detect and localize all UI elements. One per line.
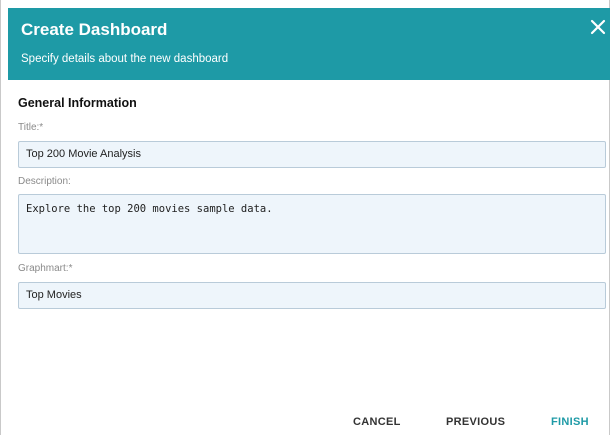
dialog-subtitle: Specify details about the new dashboard	[21, 53, 229, 65]
close-button[interactable]	[589, 18, 607, 36]
previous-button[interactable]: PREVIOUS	[446, 416, 505, 428]
dialog-header: Create Dashboard Specify details about t…	[8, 8, 610, 80]
finish-button[interactable]: FINISH	[551, 416, 589, 428]
title-label: Title:*	[18, 122, 44, 133]
graphmart-select[interactable]: Top Movies	[18, 282, 606, 309]
section-title-general-information: General Information	[18, 96, 137, 110]
dialog-title: Create Dashboard	[21, 20, 168, 39]
close-icon	[590, 19, 606, 35]
create-dashboard-dialog: Create Dashboard Specify details about t…	[0, 0, 610, 435]
graphmart-label: Graphmart:*	[18, 263, 73, 274]
description-textarea[interactable]: Explore the top 200 movies sample data.	[18, 194, 606, 254]
title-input[interactable]: Top 200 Movie Analysis	[18, 141, 606, 168]
description-label: Description:	[18, 176, 71, 187]
cancel-button[interactable]: CANCEL	[353, 416, 401, 428]
